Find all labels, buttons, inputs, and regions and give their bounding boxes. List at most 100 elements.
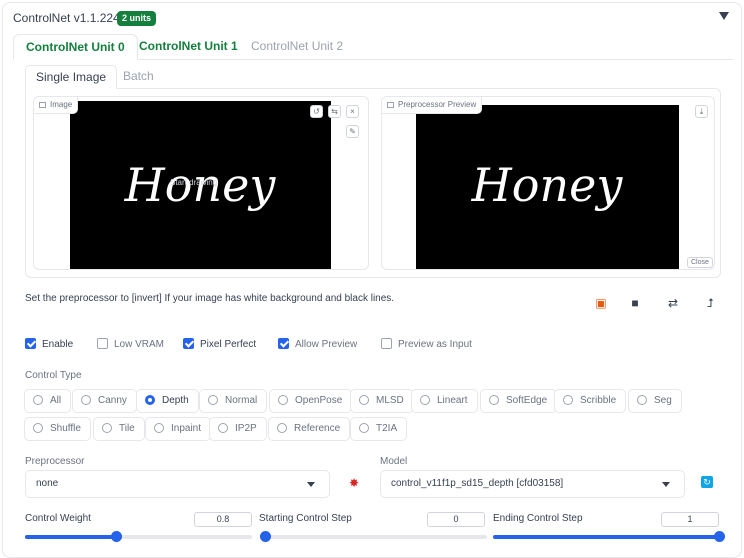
radio-dot [420,395,430,405]
preprocessor-label: Preprocessor [25,456,85,467]
close-preview-button[interactable]: Close [687,257,713,268]
preview-canvas-art: Honey [471,158,624,212]
radio-label: All [50,395,62,406]
radio-dot [637,395,647,405]
radio-label: OpenPose [295,395,343,406]
controlnet-panel: ControlNet v1.1.224 2 units ControlNet U… [2,2,742,558]
radio-scribble[interactable]: Scribble [554,389,627,413]
radio-dot [154,423,164,433]
radio-canny[interactable]: Canny [72,389,137,413]
clear-icon[interactable]: × [346,105,359,118]
brush-icon[interactable]: ✎ [346,125,359,138]
preview-as-input-checkbox[interactable]: Preview as Input [381,338,472,350]
slider-fill [25,535,116,539]
ending-step-input[interactable]: 1 [661,512,719,527]
radio-dot [278,395,288,405]
allow-preview-checkbox[interactable]: Allow Preview [278,338,357,350]
radio-label: Scribble [580,395,617,406]
preprocessor-value: none [36,478,59,489]
enable-checkbox[interactable]: Enable [25,338,73,350]
radio-label: T2IA [376,423,398,434]
allow-preview-label: Allow Preview [295,339,358,350]
radio-label: Shuffle [50,423,81,434]
ending-step-slider[interactable] [493,531,725,542]
radio-dot [102,423,112,433]
control-weight-slider[interactable] [25,531,252,542]
radio-label: Inpaint [171,423,202,434]
radio-tile[interactable]: Tile [93,417,145,441]
input-image-box[interactable]: Image Honey Start drawing ↺ ⇆ × ✎ [33,96,369,270]
invert-hint: Set the preprocessor to [invert] If your… [25,293,395,304]
tab-unit-2[interactable]: ControlNet Unit 2 [239,34,355,60]
control-weight-input[interactable]: 0.8 [194,512,252,527]
send-dimensions-icon[interactable]: ⮥ [697,292,723,314]
starting-step-label: Starting Control Step [259,513,352,524]
starting-step-input[interactable]: 0 [427,512,485,527]
radio-dot [218,423,228,433]
radio-dot [33,423,43,433]
slider-thumb[interactable] [110,531,122,542]
radio-label: Tile [119,423,135,434]
camera-icon[interactable]: ■ [622,292,648,314]
radio-dot [489,395,499,405]
tab-batch[interactable]: Batch [113,65,164,89]
radio-seg[interactable]: Seg [628,389,682,413]
preview-label: Preprocessor Preview [382,97,483,114]
enable-label: Enable [42,339,74,350]
radio-shuffle[interactable]: Shuffle [24,417,91,441]
radio-label: Normal [225,395,258,406]
chevron-down-icon [662,482,670,487]
control-weight-label: Control Weight [25,513,91,524]
upload-icon[interactable]: ▣ [588,292,614,314]
image-area: Image Honey Start drawing ↺ ⇆ × ✎ Prepro… [25,88,721,278]
radio-dot [33,395,43,405]
radio-lineart[interactable]: Lineart [411,389,478,413]
run-preprocessor-icon[interactable]: ✸ [346,475,362,491]
radio-all[interactable]: All [24,389,72,413]
radio-dot-selected [145,395,155,405]
radio-ip2p[interactable]: IP2P [209,417,267,441]
radio-depth[interactable]: Depth [136,389,199,413]
refresh-models-button[interactable]: ↻ [701,476,717,492]
undo-icon[interactable]: ↺ [310,105,323,118]
radio-reference[interactable]: Reference [268,417,351,441]
radio-label: MLSD [376,395,404,406]
radio-dot [81,395,91,405]
swap-arrows-icon[interactable]: ⇄ [660,292,686,314]
pixel-perfect-checkbox[interactable]: Pixel Perfect [183,338,256,350]
radio-dot [277,423,287,433]
preview-canvas: Honey [416,105,679,269]
tab-unit-1[interactable]: ControlNet Unit 1 [127,34,250,60]
radio-t2ia[interactable]: T2IA [350,417,408,441]
radio-label: Reference [294,423,341,434]
tab-unit-0[interactable]: ControlNet Unit 0 [13,34,138,60]
starting-step-slider[interactable] [260,531,487,542]
tab-single-image[interactable]: Single Image [25,65,118,89]
chevron-down-icon [307,482,315,487]
download-icon[interactable]: ⤓ [695,105,708,118]
image-label: Image [34,97,79,114]
preview-image-box: Preprocessor Preview Honey ⤓ Close [381,96,715,270]
check-icon [25,338,36,349]
pixel-perfect-label: Pixel Perfect [200,339,257,350]
radio-dot [563,395,573,405]
start-drawing-hint: Start drawing [170,178,218,187]
swap-icon[interactable]: ⇆ [328,105,341,118]
radio-softedge[interactable]: SoftEdge [480,389,558,413]
refresh-icon: ↻ [701,476,713,488]
model-dropdown[interactable]: control_v11f1p_sd15_depth [cfd03158] [380,470,685,498]
radio-label: IP2P [235,423,257,434]
radio-openpose[interactable]: OpenPose [269,389,353,413]
model-label: Model [380,456,408,467]
radio-inpaint[interactable]: Inpaint [145,417,212,441]
slider-thumb[interactable] [260,531,271,542]
radio-normal[interactable]: Normal [199,389,268,413]
low-vram-checkbox[interactable]: Low VRAM [97,338,164,350]
radio-mlsd[interactable]: MLSD [350,389,414,413]
slider-thumb[interactable] [714,531,725,542]
collapse-triangle-icon[interactable] [719,12,729,20]
preprocessor-dropdown[interactable]: none [25,470,330,498]
radio-label: Seg [654,395,672,406]
unit-0-body: Single Image Batch Image Honey Start dra… [13,59,733,555]
low-vram-label: Low VRAM [114,339,165,350]
